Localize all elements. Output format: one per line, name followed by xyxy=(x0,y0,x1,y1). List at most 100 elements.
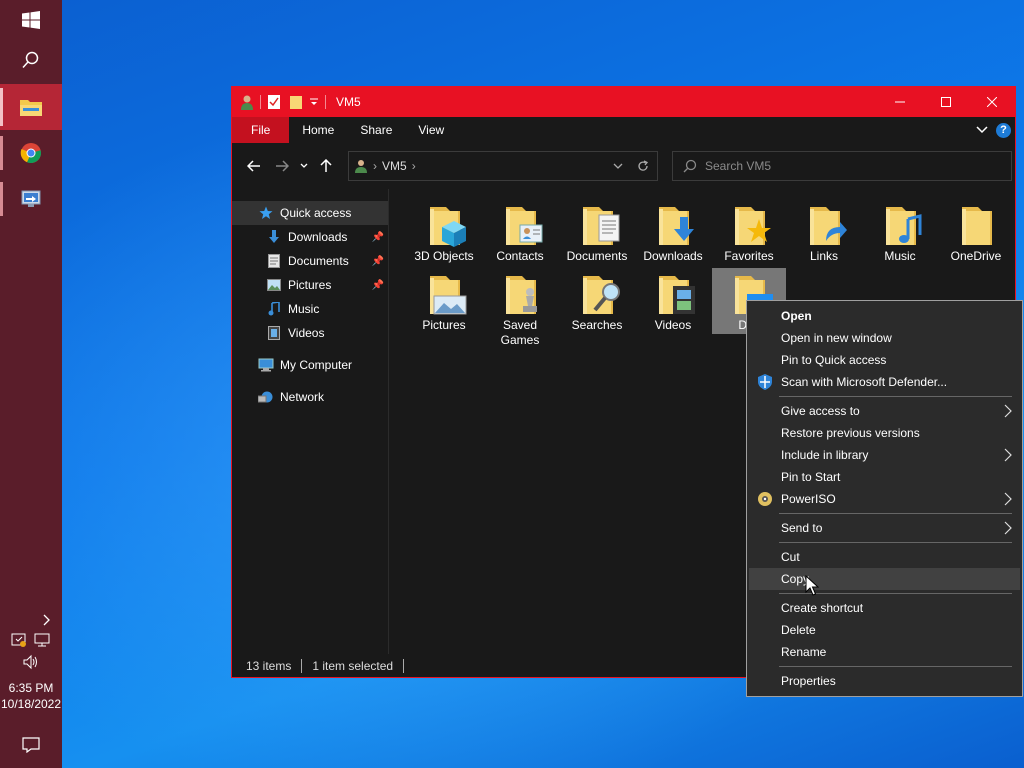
folder-tile[interactable]: Saved Games xyxy=(483,268,557,348)
pin-icon[interactable]: 📌 xyxy=(372,256,384,267)
nav-pictures[interactable]: Pictures 📌 xyxy=(232,273,388,297)
folder-tile[interactable]: Downloads xyxy=(636,199,710,264)
menu-item-scan-with-microsoft-defender[interactable]: Scan with Microsoft Defender... xyxy=(747,371,1022,393)
close-button[interactable] xyxy=(969,87,1015,117)
chevron-right-icon xyxy=(43,614,50,626)
recent-locations-button[interactable] xyxy=(296,152,312,180)
folder-tile[interactable]: Pictures xyxy=(407,268,481,333)
folder-label: Searches xyxy=(571,318,623,332)
menu-item-label: Delete xyxy=(781,623,816,637)
arrow-up-icon xyxy=(320,159,332,172)
help-button[interactable]: ? xyxy=(996,122,1011,138)
menu-item-poweriso[interactable]: PowerISO xyxy=(747,488,1022,510)
chevron-down-icon xyxy=(300,163,308,168)
folder-tile[interactable]: 3D Objects xyxy=(407,199,481,264)
taskbar-clock[interactable]: 6:35 PM 10/18/2022 xyxy=(0,680,62,712)
search-button[interactable] xyxy=(0,40,62,80)
chevron-right-icon xyxy=(1004,448,1012,462)
security-tray-icon[interactable] xyxy=(11,632,27,648)
search-box[interactable]: Search VM5 xyxy=(672,151,1012,181)
folder-icon xyxy=(886,207,922,245)
folder-label: Videos xyxy=(654,318,692,332)
computer-icon xyxy=(258,357,274,373)
menu-item-send-to[interactable]: Send to xyxy=(747,517,1022,539)
tab-view[interactable]: View xyxy=(405,117,457,143)
nav-music[interactable]: Music xyxy=(232,297,388,321)
new-folder-icon[interactable] xyxy=(289,94,303,110)
action-center-button[interactable] xyxy=(0,722,62,768)
navigation-pane: Quick access Downloads 📌 Documents 📌 Pic… xyxy=(232,189,389,654)
status-separator-2 xyxy=(403,658,405,673)
title-bar[interactable]: VM5 xyxy=(232,87,1015,117)
clock-time: 6:35 PM xyxy=(8,681,54,695)
taskbar-file-explorer[interactable] xyxy=(0,84,62,130)
properties-icon[interactable] xyxy=(267,94,281,110)
menu-item-open-in-new-window[interactable]: Open in new window xyxy=(747,327,1022,349)
folder-icon xyxy=(430,276,467,315)
forward-button[interactable] xyxy=(268,152,296,180)
menu-item-delete[interactable]: Delete xyxy=(747,619,1022,641)
network-tray-icon[interactable] xyxy=(33,632,51,648)
nav-network[interactable]: Network xyxy=(232,385,388,409)
status-separator xyxy=(301,658,303,673)
nav-downloads[interactable]: Downloads 📌 xyxy=(232,225,388,249)
menu-item-rename[interactable]: Rename xyxy=(747,641,1022,663)
menu-item-properties[interactable]: Properties xyxy=(747,670,1022,692)
maximize-button[interactable] xyxy=(923,87,969,117)
menu-item-create-shortcut[interactable]: Create shortcut xyxy=(747,597,1022,619)
folder-tile[interactable]: Videos xyxy=(636,268,710,333)
nav-videos[interactable]: Videos xyxy=(232,321,388,345)
folder-tile[interactable]: Contacts xyxy=(483,199,557,264)
qat-dropdown-icon[interactable] xyxy=(309,97,319,107)
pin-icon[interactable]: 📌 xyxy=(372,232,384,243)
search-icon xyxy=(683,159,697,173)
taskbar-remote-desktop[interactable] xyxy=(0,176,62,222)
expand-ribbon-icon[interactable] xyxy=(976,126,988,134)
menu-item-include-in-library[interactable]: Include in library xyxy=(747,444,1022,466)
tab-file[interactable]: File xyxy=(232,117,290,143)
folder-label: OneDrive xyxy=(950,249,1002,263)
folder-icon xyxy=(659,207,694,245)
back-button[interactable] xyxy=(240,152,268,180)
taskbar-chrome[interactable] xyxy=(0,130,62,176)
folder-tile[interactable]: Music xyxy=(863,199,937,264)
menu-item-pin-to-quick-access[interactable]: Pin to Quick access xyxy=(747,349,1022,371)
menu-item-give-access-to[interactable]: Give access to xyxy=(747,400,1022,422)
folder-tile[interactable]: OneDrive xyxy=(939,199,1013,264)
clock-date: 10/18/2022 xyxy=(0,697,62,711)
nav-documents[interactable]: Documents 📌 xyxy=(232,249,388,273)
breadcrumb-vm5[interactable]: VM5 xyxy=(382,159,407,173)
window-controls xyxy=(877,87,1015,117)
volume-icon[interactable] xyxy=(22,654,40,670)
folder-label: Downloads xyxy=(643,249,703,263)
menu-item-restore-previous-versions[interactable]: Restore previous versions xyxy=(747,422,1022,444)
refresh-icon[interactable] xyxy=(637,160,649,172)
menu-item-label: Pin to Quick access xyxy=(781,353,887,367)
tab-share[interactable]: Share xyxy=(347,117,405,143)
user-folder-icon xyxy=(241,95,253,110)
tray-expand[interactable] xyxy=(0,614,62,626)
menu-item-label: Pin to Start xyxy=(781,470,841,484)
folder-tile[interactable]: Searches xyxy=(560,268,634,333)
status-item-count: 13 items xyxy=(246,658,292,673)
folder-icon xyxy=(583,207,620,245)
folder-tile[interactable]: Favorites xyxy=(712,199,786,264)
start-button[interactable] xyxy=(0,0,62,40)
menu-item-pin-to-start[interactable]: Pin to Start xyxy=(747,466,1022,488)
folder-tile[interactable]: Links xyxy=(787,199,861,264)
folder-label: Music xyxy=(884,249,916,263)
menu-item-open[interactable]: Open xyxy=(747,305,1022,327)
address-bar[interactable]: › VM5 › xyxy=(348,151,658,181)
menu-item-cut[interactable]: Cut xyxy=(747,546,1022,568)
folder-tile[interactable]: Documents xyxy=(560,199,634,264)
tab-home[interactable]: Home xyxy=(289,117,347,143)
pin-icon[interactable]: 📌 xyxy=(372,280,384,291)
nav-quick-access[interactable]: Quick access xyxy=(232,201,388,225)
menu-item-label: PowerISO xyxy=(781,492,836,506)
arrow-left-icon xyxy=(247,160,260,172)
nav-my-computer[interactable]: My Computer xyxy=(232,353,388,377)
minimize-button[interactable] xyxy=(877,87,923,117)
up-button[interactable] xyxy=(312,152,340,180)
menu-item-copy[interactable]: Copy xyxy=(749,568,1020,590)
address-dropdown-icon[interactable] xyxy=(613,163,623,169)
